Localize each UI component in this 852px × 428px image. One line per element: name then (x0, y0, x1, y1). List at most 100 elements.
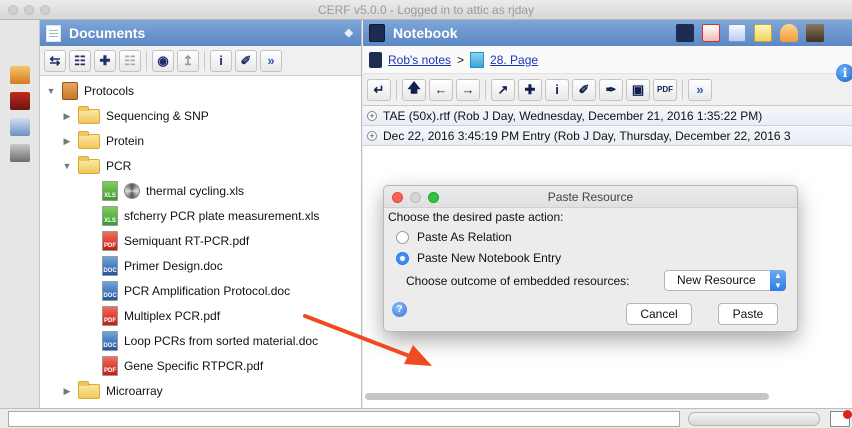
help-icon[interactable]: ? (392, 302, 407, 317)
book-icon[interactable] (676, 24, 694, 42)
tree-item-microarray[interactable]: ▶ Microarray (62, 380, 163, 402)
toolbar-separator (396, 79, 397, 100)
cancel-button[interactable]: Cancel (626, 303, 692, 325)
sync-button[interactable]: ⇆ (44, 49, 66, 72)
toolbar-separator (146, 50, 147, 71)
tree-item-file[interactable]: DOC PCR Amplification Protocol.doc (102, 280, 290, 302)
notebooks-icon[interactable] (10, 92, 30, 110)
tree-item-file[interactable]: XLS thermal cycling.xls (102, 180, 244, 202)
expand-entry-icon[interactable]: + (367, 110, 377, 121)
more-tools-chevron-icon[interactable]: » (260, 49, 282, 72)
notification-icon[interactable] (830, 410, 852, 427)
tag-button[interactable]: ✐ (572, 78, 596, 101)
tree-item-label: Protein (106, 134, 145, 148)
paste-as-relation-option[interactable]: Paste As Relation (396, 230, 512, 244)
info-button[interactable]: i (210, 49, 232, 72)
toolbar-separator (204, 50, 205, 71)
new-document-button[interactable]: ☷ (69, 49, 91, 72)
toolbar-separator (682, 79, 683, 100)
tree-item-label: Protocols (84, 84, 135, 98)
notebook-icon (369, 24, 385, 42)
page-icon (470, 51, 485, 68)
move-left-button[interactable]: ← (429, 78, 453, 101)
documents-panel: Documents ◆ ⇆ ☷ ✚ ☷ ◉ ↥ i ✐ » ▼ Protocol… (40, 20, 393, 408)
tree-item-file[interactable]: PDF Semiquant RT-PCR.pdf (102, 230, 249, 252)
export-entry-button[interactable]: ↗ (491, 78, 515, 101)
tree-item-label: Sequencing & SNP (106, 109, 209, 123)
tree-item-pcr[interactable]: ▼ PCR (62, 155, 131, 177)
status-progress-bar (688, 412, 820, 426)
select-arrows-icon: ▲ ▼ (770, 270, 786, 291)
expand-entry-icon[interactable]: + (367, 130, 377, 141)
tree-item-label: PCR (106, 159, 132, 173)
left-tool-strip (0, 20, 40, 408)
binoculars-icon[interactable] (806, 24, 824, 42)
tree-item-file[interactable]: PDF Gene Specific RTPCR.pdf (102, 355, 263, 377)
tree-item-label: sfcherry PCR plate measurement.xls (124, 209, 320, 223)
info-button[interactable]: i (545, 78, 569, 101)
drive-icon[interactable] (10, 144, 30, 162)
tree-item-file[interactable]: PDF Multiplex PCR.pdf (102, 305, 220, 327)
tree-item-label: Semiquant RT-PCR.pdf (124, 234, 250, 248)
upload-button[interactable]: ↥ (177, 49, 199, 72)
document-tree[interactable]: ▼ Protocols ▶ Sequencing & SNP ▶ Protein… (40, 76, 361, 408)
entry-title: Dec 22, 2016 3:45:19 PM Entry (Rob J Day… (383, 128, 791, 143)
right-strip: i (828, 20, 852, 408)
tree-item-label: Microarray (106, 384, 163, 398)
move-right-button[interactable]: → (456, 78, 480, 101)
notebook-horizontal-scrollbar[interactable] (365, 393, 769, 400)
tree-item-sequencing[interactable]: ▶ Sequencing & SNP (62, 105, 209, 127)
view-button[interactable]: ◉ (152, 49, 174, 72)
dialog-titlebar: Paste Resource (384, 186, 797, 208)
dialog-prompt: Choose the desired paste action: (388, 210, 564, 224)
mail-icon[interactable] (754, 24, 772, 42)
tree-item-label: Loop PCRs from sorted material.doc (124, 334, 319, 348)
paste-button[interactable]: Paste (718, 303, 778, 325)
collapse-arrow-icon[interactable]: ▶ (62, 136, 72, 147)
tree-item-label: Gene Specific RTPCR.pdf (124, 359, 264, 373)
radio-button-selected[interactable] (396, 251, 409, 265)
library-icon[interactable] (10, 66, 30, 84)
template-button[interactable]: ☷ (119, 49, 141, 72)
tree-item-protein[interactable]: ▶ Protein (62, 130, 144, 152)
sign-button[interactable]: ✒ (599, 78, 623, 101)
cabinet-icon (62, 82, 78, 100)
new-entry-button[interactable]: ✚ (518, 78, 542, 101)
collapse-arrow-icon[interactable]: ▶ (62, 386, 72, 397)
more-tools-chevron-icon[interactable]: » (688, 78, 712, 101)
tree-item-file[interactable]: DOC Loop PCRs from sorted material.doc (102, 330, 318, 352)
pdf-export-icon[interactable] (702, 24, 720, 42)
window-titlebar: CERF v5.0.0 - Logged in to attic as rjda… (0, 0, 852, 20)
breadcrumb-separator: > (457, 52, 465, 67)
dialog-title: Paste Resource (547, 190, 634, 204)
pdf-button[interactable]: PDF (653, 78, 677, 101)
notebook-toolbar: ↵ 🡅 ← → ↗ ✚ i ✐ ✒ ▣ PDF » (363, 74, 852, 106)
tree-item-protocols[interactable]: ▼ Protocols (46, 80, 134, 102)
return-button[interactable]: ↵ (367, 78, 391, 101)
lock-button[interactable]: ▣ (626, 78, 650, 101)
radio-label: Paste New Notebook Entry (417, 251, 562, 265)
window-title: CERF v5.0.0 - Logged in to attic as rjda… (317, 3, 535, 17)
notebook-entry-row[interactable]: + Dec 22, 2016 3:45:19 PM Entry (Rob J D… (363, 126, 852, 146)
search-icon[interactable] (10, 118, 30, 136)
tree-item-file[interactable]: XLS sfcherry PCR plate measurement.xls (102, 205, 319, 227)
list-icon[interactable] (728, 24, 746, 42)
move-up-button[interactable]: 🡅 (402, 78, 426, 101)
close-panel-icon[interactable]: ◆ (345, 26, 353, 39)
paste-new-entry-option[interactable]: Paste New Notebook Entry (396, 251, 561, 265)
tree-item-file[interactable]: DOC Primer Design.doc (102, 255, 223, 277)
expand-arrow-icon[interactable]: ▼ (62, 161, 72, 171)
tag-button[interactable]: ✐ (235, 49, 257, 72)
outcome-select[interactable]: New Resource ▲ ▼ (664, 270, 786, 291)
breadcrumb-page-link[interactable]: 28. Page (490, 53, 538, 67)
documents-title: Documents (69, 25, 146, 41)
expand-arrow-icon[interactable]: ▼ (46, 86, 56, 96)
collapse-arrow-icon[interactable]: ▶ (62, 111, 72, 122)
folder-icon (78, 130, 100, 149)
breadcrumb-notebook-link[interactable]: Rob's notes (388, 53, 451, 67)
add-button[interactable]: ✚ (94, 49, 116, 72)
share-icon[interactable] (780, 24, 798, 42)
info-icon[interactable]: i (836, 64, 852, 82)
notebook-entry-row[interactable]: + TAE (50x).rtf (Rob J Day, Wednesday, D… (363, 106, 852, 126)
radio-button[interactable] (396, 230, 409, 244)
